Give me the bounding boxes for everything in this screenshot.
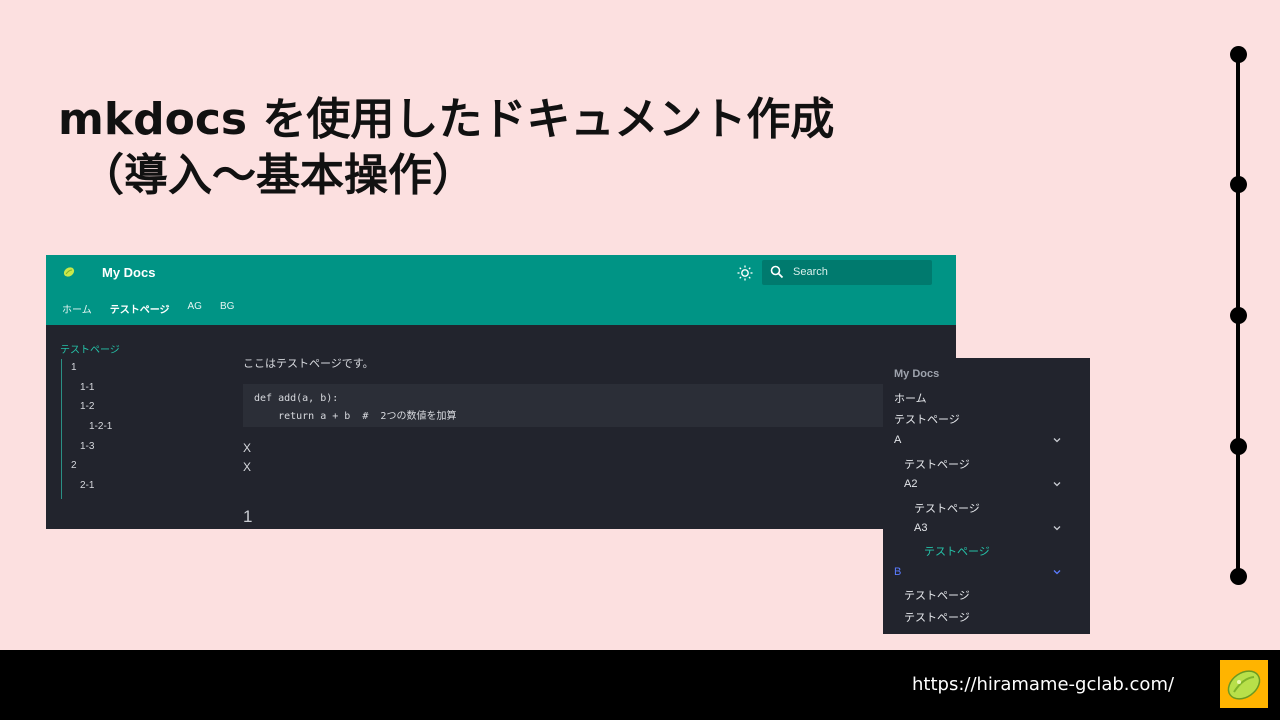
nav-section-a2[interactable]: A2 xyxy=(904,478,917,490)
timeline-dot xyxy=(1230,46,1247,63)
content-text: X xyxy=(243,460,252,474)
code-block: def add(a, b): return a + b # 2つの数値を加算 xyxy=(243,384,893,427)
timeline-dot xyxy=(1230,438,1247,455)
slide-title-line2: （導入～基本操作） xyxy=(80,150,476,201)
nav-item-test-page[interactable]: テストページ xyxy=(904,456,970,472)
search-placeholder: Search xyxy=(793,266,828,278)
content-paragraph: ここはテストページです。 xyxy=(243,358,374,370)
nav-panel: My Docs ホーム テストページ A テストページ A2 テストページ A3… xyxy=(883,358,1090,634)
nav-item-test-page[interactable]: テストページ xyxy=(914,500,980,516)
tab-test-page[interactable]: テストページ xyxy=(110,301,170,316)
docs-header: My Docs Search ホーム テストページ AG BG xyxy=(46,255,956,325)
chevron-down-icon[interactable] xyxy=(1053,436,1061,444)
toc-item[interactable]: 1-2-1 xyxy=(89,421,112,432)
nav-panel-title: My Docs xyxy=(894,368,940,380)
footer-bar: https://hiramame-gclab.com/ xyxy=(0,650,1280,720)
site-url[interactable]: https://hiramame-gclab.com/ xyxy=(912,674,1174,695)
sun-icon[interactable] xyxy=(736,264,754,282)
tab-ag[interactable]: AG xyxy=(188,301,202,316)
code-line: def add(a, b): xyxy=(254,393,339,404)
toc-sidebar: テストページ 1 1-1 1-2 1-2-1 1-3 2 2-1 xyxy=(60,341,200,499)
code-line: return a + b # 2つの数値を加算 xyxy=(254,411,457,422)
nav-section-b[interactable]: B xyxy=(894,566,901,578)
nav-item-active[interactable]: テストページ xyxy=(924,543,990,559)
tab-home[interactable]: ホーム xyxy=(62,301,92,316)
toc-item[interactable]: 2 xyxy=(71,460,77,471)
bean-logo-icon xyxy=(1220,660,1268,708)
nav-item-test-page[interactable]: テストページ xyxy=(904,609,970,625)
nav-item-test-page[interactable]: テストページ xyxy=(904,587,970,603)
toc-tree: 1 1-1 1-2 1-2-1 1-3 2 2-1 xyxy=(61,359,112,499)
nav-item-test-page[interactable]: テストページ xyxy=(894,411,960,427)
tab-bar: ホーム テストページ AG BG xyxy=(62,301,234,316)
chevron-down-icon[interactable] xyxy=(1053,524,1061,532)
toc-item[interactable]: 1-2 xyxy=(80,401,94,412)
docs-screenshot: My Docs Search ホーム テストページ AG BG テストページ 1… xyxy=(46,255,956,529)
toc-title[interactable]: テストページ xyxy=(60,341,200,356)
slide-title: mkdocs を使用したドキュメント作成 （導入～基本操作） xyxy=(58,92,834,204)
nav-item-home[interactable]: ホーム xyxy=(894,390,927,406)
toc-item[interactable]: 1-3 xyxy=(80,441,94,452)
search-input[interactable]: Search xyxy=(762,260,932,285)
content-text: X xyxy=(243,441,252,455)
chevron-down-icon[interactable] xyxy=(1053,480,1061,488)
bean-logo-icon[interactable] xyxy=(62,265,76,279)
bean-logo-graphic xyxy=(1227,670,1261,700)
timeline-dot xyxy=(1230,176,1247,193)
toc-item[interactable]: 1 xyxy=(71,362,77,373)
toc-item[interactable]: 1-1 xyxy=(80,382,94,393)
content-heading: 1 xyxy=(243,507,253,526)
nav-section-a3[interactable]: A3 xyxy=(914,522,927,534)
slide-title-line1: mkdocs を使用したドキュメント作成 xyxy=(58,94,835,145)
tab-bg[interactable]: BG xyxy=(220,301,234,316)
search-icon xyxy=(770,265,784,279)
nav-section-a[interactable]: A xyxy=(894,434,901,446)
toc-item[interactable]: 2-1 xyxy=(80,480,94,491)
timeline-dot xyxy=(1230,568,1247,585)
site-name[interactable]: My Docs xyxy=(102,265,155,280)
timeline-dot xyxy=(1230,307,1247,324)
chevron-down-icon[interactable] xyxy=(1053,568,1061,576)
